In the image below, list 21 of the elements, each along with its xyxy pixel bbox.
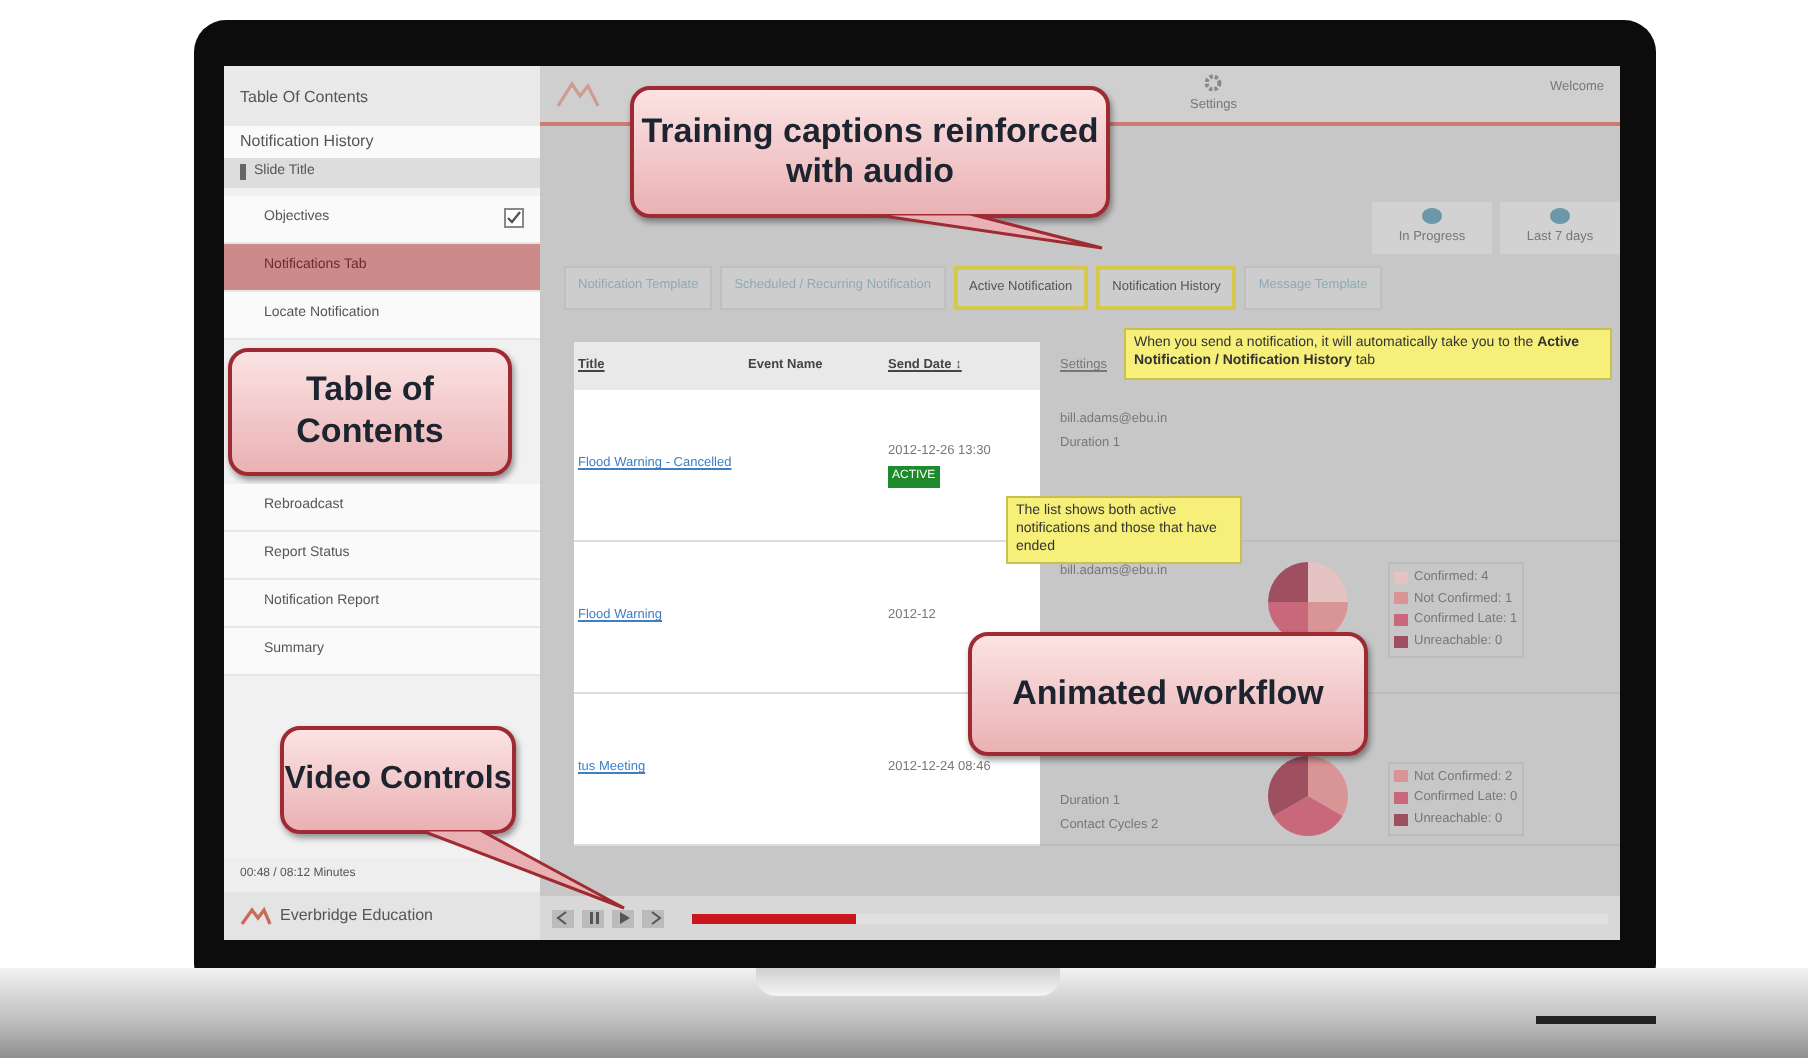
bar-icon — [240, 164, 246, 181]
pie-chart-drawing — [1268, 755, 1348, 836]
count-dot-icon — [1550, 208, 1570, 225]
callout: Table of Contents — [228, 347, 512, 475]
logo-icon — [240, 906, 272, 926]
count-dot-icon — [1422, 208, 1442, 225]
callout: Video Controls — [280, 726, 516, 834]
checkbox-checked-icon — [504, 208, 524, 228]
logo-icon — [556, 80, 600, 108]
player-button[interactable] — [612, 909, 634, 927]
callout: Training captions reinforced with audio — [630, 86, 1110, 218]
laptop-foot-icon — [1536, 1016, 1656, 1024]
player-button[interactable] — [642, 909, 664, 927]
sidebar-subtitle: Notification History — [224, 126, 540, 158]
settings-icon — [1204, 73, 1223, 92]
player-button[interactable] — [552, 909, 574, 927]
callout: Animated workflow — [968, 632, 1368, 756]
brand-name: Everbridge Education — [280, 904, 433, 928]
progress-track[interactable] — [692, 913, 1608, 923]
player-button[interactable] — [582, 909, 604, 927]
sidebar-title: Table Of Contents — [224, 66, 540, 126]
